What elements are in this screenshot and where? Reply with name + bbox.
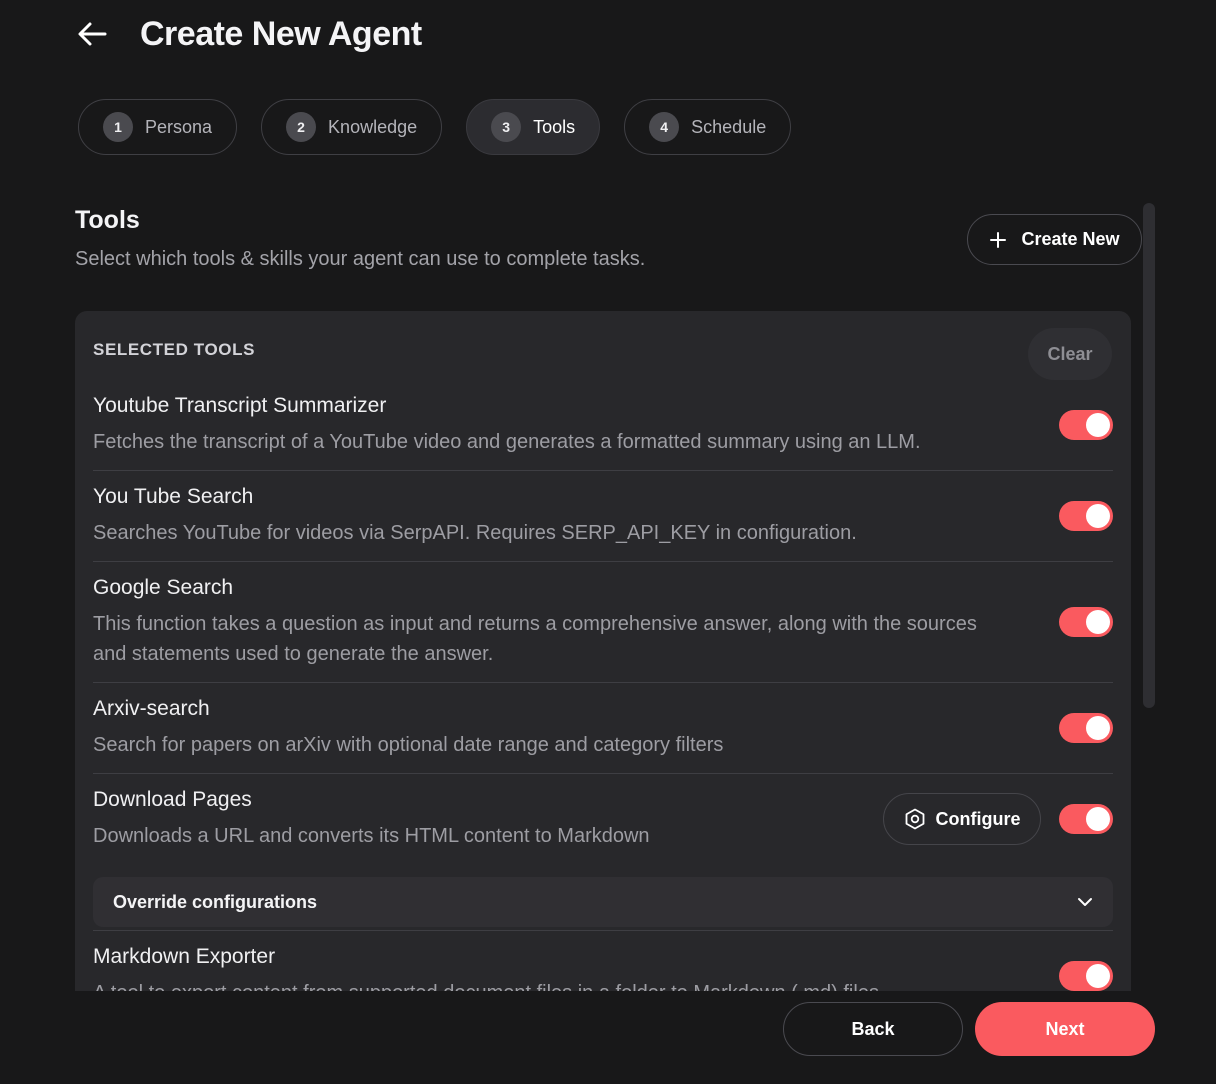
- toggle-knob: [1086, 610, 1110, 634]
- chevron-down-icon: [1078, 898, 1092, 906]
- configure-button[interactable]: Configure: [883, 793, 1041, 845]
- hexagon-settings-icon: [905, 808, 924, 830]
- tool-name: Youtube Transcript Summarizer: [93, 394, 387, 417]
- section-subtitle: Select which tools & skills your agent c…: [75, 248, 646, 270]
- tool-description: This function takes a question as input …: [93, 613, 977, 665]
- step-tools[interactable]: 3 Tools: [466, 99, 601, 155]
- create-new-button[interactable]: Create New: [967, 214, 1142, 265]
- step-number: 2: [286, 112, 317, 142]
- back-button[interactable]: Back: [783, 1002, 963, 1056]
- tool-name: You Tube Search: [93, 485, 254, 508]
- step-label: Tools: [533, 116, 576, 137]
- header: Create New Agent: [75, 12, 422, 56]
- toggle-knob: [1086, 716, 1110, 740]
- step-number: 4: [649, 112, 680, 142]
- step-knowledge[interactable]: 2 Knowledge: [261, 99, 443, 155]
- toggle-knob: [1086, 413, 1110, 437]
- create-new-label: Create New: [1021, 229, 1120, 249]
- tool-name: Markdown Exporter: [93, 945, 276, 968]
- tool-description: Downloads a URL and converts its HTML co…: [93, 825, 650, 847]
- divider: [93, 682, 1113, 683]
- step-schedule[interactable]: 4 Schedule: [624, 99, 792, 155]
- tool-description: Fetches the transcript of a YouTube vide…: [93, 431, 921, 453]
- override-label: Override configurations: [113, 891, 318, 912]
- tool-description: Search for papers on arXiv with optional…: [93, 734, 724, 756]
- override-configurations-accordion[interactable]: Override configurations: [93, 877, 1113, 927]
- clear-button[interactable]: Clear: [1028, 328, 1112, 380]
- step-persona[interactable]: 1 Persona: [78, 99, 238, 155]
- step-label: Schedule: [691, 116, 767, 137]
- tool-toggle[interactable]: [1059, 607, 1113, 637]
- next-button[interactable]: Next: [975, 1002, 1155, 1056]
- panel-label: SELECTED TOOLS: [93, 340, 256, 359]
- divider: [93, 470, 1113, 471]
- divider: [93, 561, 1113, 562]
- step-label: Persona: [145, 116, 213, 137]
- tool-name: Google Search: [93, 576, 234, 599]
- tool-toggle[interactable]: [1059, 961, 1113, 991]
- tool-toggle[interactable]: [1059, 713, 1113, 743]
- tool-name: Download Pages: [93, 788, 252, 811]
- selected-tools-panel: SELECTED TOOLS Clear Youtube Transcript …: [75, 311, 1131, 991]
- tool-toggle[interactable]: [1059, 501, 1113, 531]
- toggle-knob: [1086, 964, 1110, 988]
- page-title: Create New Agent: [140, 14, 422, 53]
- tool-description: Searches YouTube for videos via SerpAPI.…: [93, 522, 857, 544]
- tool-toggle[interactable]: [1059, 410, 1113, 440]
- toggle-knob: [1086, 504, 1110, 528]
- step-number: 1: [103, 112, 133, 142]
- tool-name: Arxiv-search: [93, 697, 210, 720]
- tool-toggle[interactable]: [1059, 804, 1113, 834]
- section-title: Tools: [75, 206, 140, 234]
- back-arrow-icon[interactable]: [75, 17, 109, 51]
- toggle-knob: [1086, 807, 1110, 831]
- tool-description: A tool to export content from supported …: [93, 978, 1013, 991]
- step-tabs: 1 Persona 2 Knowledge 3 Tools 4 Schedule: [78, 99, 792, 155]
- plus-icon: [990, 231, 1007, 248]
- scrollbar[interactable]: [1143, 203, 1155, 708]
- divider: [93, 930, 1113, 931]
- configure-label: Configure: [935, 808, 1021, 829]
- divider: [93, 773, 1113, 774]
- step-number: 3: [491, 112, 522, 142]
- step-label: Knowledge: [328, 116, 418, 137]
